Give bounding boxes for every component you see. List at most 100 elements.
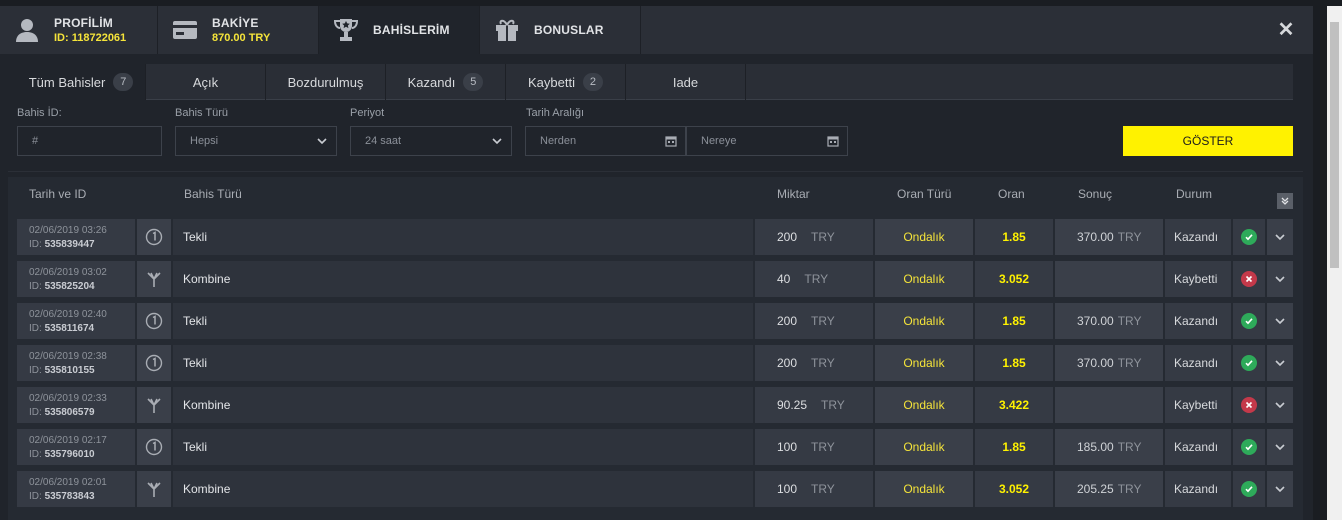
filter-tab-lost-label: Kaybetti: [528, 74, 575, 90]
bet-result: 370.00: [1077, 356, 1114, 370]
bet-result: 205.25: [1077, 482, 1114, 496]
bet-type-label: Bahis Türü: [175, 107, 228, 119]
filter-tab-open[interactable]: Açık: [146, 64, 266, 100]
page-scrollbar-thumb[interactable]: [1330, 22, 1339, 268]
bet-type-value: Hepsi: [190, 135, 219, 147]
filter-tab-cashed-out[interactable]: Bozdurulmuş: [266, 64, 386, 100]
bet-amount: 200: [777, 230, 798, 244]
table-row[interactable]: 02/06/2019 02:17 ID: 535796010 Tekli 100 TRY…: [17, 429, 1293, 465]
tab-balance[interactable]: BAKİYE 870.00 TRY: [158, 6, 319, 54]
bet-date-id-cell: 02/06/2019 02:38 ID: 535810155: [17, 345, 137, 381]
bet-status: Kazandı: [1165, 219, 1233, 255]
period-value: 24 saat: [365, 135, 402, 147]
bet-id-value: 535839447: [44, 238, 95, 250]
chevron-down-icon[interactable]: [1267, 303, 1293, 339]
table-row[interactable]: 02/06/2019 02:33 ID: 535806579 Kombine 90.2…: [17, 387, 1293, 423]
table-row[interactable]: 02/06/2019 03:02 ID: 535825204 Kombine 40 TR…: [17, 261, 1293, 297]
filter-tab-refund[interactable]: Iade: [626, 64, 746, 100]
bet-result-cell: 185.00 TRY: [1055, 429, 1165, 465]
chevron-down-icon[interactable]: [1267, 471, 1293, 507]
bet-type: Tekli: [173, 219, 755, 255]
odds-type: Ondalık: [875, 261, 975, 297]
expand-all-icon[interactable]: [1277, 193, 1293, 209]
tab-profile[interactable]: PROFİLİM ID: 118722061: [0, 6, 158, 54]
table-row[interactable]: 02/06/2019 02:01 ID: 535783843 Kombine 100 T…: [17, 471, 1293, 507]
bet-amount-cell: 100 TRY: [755, 471, 875, 507]
tab-bonuses[interactable]: BONUSLAR: [480, 6, 641, 54]
bet-date: 02/06/2019 02:40: [29, 308, 107, 320]
bet-date-id-cell: 02/06/2019 03:02 ID: 535825204: [17, 261, 137, 297]
single-bet-icon: [137, 219, 173, 255]
chevron-down-icon[interactable]: [1267, 219, 1293, 255]
header-result: Sonuç: [1078, 187, 1113, 201]
bet-id-input[interactable]: #: [17, 126, 162, 156]
bet-status: Kazandı: [1165, 471, 1233, 507]
bet-id: ID: 535810155: [29, 365, 95, 376]
chevron-down-icon[interactable]: [1267, 429, 1293, 465]
single-bet-icon: [137, 429, 173, 465]
bet-date-id-cell: 02/06/2019 02:01 ID: 535783843: [17, 471, 137, 507]
check-circle-icon: [1241, 313, 1257, 329]
bet-id-label: Bahis İD:: [17, 107, 62, 119]
date-from-placeholder: Nerden: [540, 135, 577, 147]
bet-amount: 90.25: [777, 398, 808, 412]
bet-currency: TRY: [811, 482, 835, 496]
bet-result-cell: 370.00 TRY: [1055, 303, 1165, 339]
bet-id: ID: 535806579: [29, 407, 95, 418]
bet-currency: TRY: [821, 398, 845, 412]
bet-result-cell: [1055, 261, 1165, 297]
filter-tab-refund-label: Iade: [672, 74, 699, 90]
bet-date-id-cell: 02/06/2019 03:26 ID: 535839447: [17, 219, 137, 255]
table-row[interactable]: 02/06/2019 03:26 ID: 535839447 Tekli 200 TRY…: [17, 219, 1293, 255]
table-row[interactable]: 02/06/2019 02:38 ID: 535810155 Tekli 200 TRY…: [17, 345, 1293, 381]
bet-amount-cell: 200 TRY: [755, 219, 875, 255]
bet-id-prefix: ID:: [29, 322, 42, 334]
date-to-placeholder: Nereye: [701, 135, 737, 147]
filter-tab-all-label: Tüm Bahisler: [28, 74, 106, 90]
filter-tab-won[interactable]: Kazandı 5: [386, 64, 506, 100]
tab-bonuses-title: BONUSLAR: [534, 23, 604, 37]
odds-type: Ondalık: [875, 387, 975, 423]
tab-my-bets-title: BAHİSLERİM: [373, 23, 450, 37]
bet-id-value: 535783843: [44, 490, 95, 502]
chevron-down-icon[interactable]: [1267, 261, 1293, 297]
filter-tab-lost-count: 2: [582, 73, 603, 91]
table-row[interactable]: 02/06/2019 02:40 ID: 535811674 Tekli 200 TRY…: [17, 303, 1293, 339]
result-currency: TRY: [1117, 356, 1142, 370]
bets-modal: PROFİLİM ID: 118722061 BAKİYE 870.00 TRY…: [0, 6, 1313, 520]
bet-amount-cell: 100 TRY: [755, 429, 875, 465]
show-button[interactable]: GÖSTER: [1123, 126, 1293, 156]
bet-id: ID: 535783843: [29, 491, 95, 502]
bet-result-cell: [1055, 387, 1165, 423]
bet-id: ID: 535839447: [29, 239, 95, 250]
odds-value: 1.85: [975, 219, 1055, 255]
status-badge: [1233, 345, 1267, 381]
header-status: Durum: [1176, 187, 1213, 201]
period-select[interactable]: 24 saat: [350, 126, 512, 156]
filter-tab-lost[interactable]: Kaybetti 2: [506, 64, 626, 100]
bet-type-select[interactable]: Hepsi: [175, 126, 337, 156]
combo-bet-icon: [137, 471, 173, 507]
chevron-down-icon[interactable]: [1267, 345, 1293, 381]
check-circle-icon: [1241, 229, 1257, 245]
chevron-down-icon[interactable]: [1267, 387, 1293, 423]
bet-amount: 100: [777, 440, 798, 454]
filter-tab-all[interactable]: Tüm Bahisler 7: [17, 64, 146, 100]
bet-date: 02/06/2019 03:02: [29, 266, 107, 278]
bets-table: Tarih ve ID Bahis Türü Miktar Oran Türü …: [8, 177, 1303, 520]
tab-my-bets[interactable]: BAHİSLERİM: [319, 6, 480, 54]
bet-date-id-cell: 02/06/2019 02:40 ID: 535811674: [17, 303, 137, 339]
date-to-input[interactable]: Nereye: [686, 126, 848, 156]
bet-id-value: 535811674: [44, 322, 95, 334]
filter-tab-won-label: Kazandı: [407, 74, 456, 90]
close-icon[interactable]: ✕: [1277, 19, 1295, 41]
period-label: Periyot: [350, 107, 385, 119]
date-range-label: Tarih Aralığı: [526, 107, 585, 119]
balance-amount: 870.00 TRY: [212, 32, 271, 44]
bet-type: Tekli: [173, 345, 755, 381]
date-from-input[interactable]: Nerden: [525, 126, 686, 156]
result-currency: TRY: [1117, 230, 1142, 244]
cross-circle-icon: [1241, 271, 1257, 287]
header-odds: Oran: [998, 187, 1025, 201]
status-badge: [1233, 303, 1267, 339]
